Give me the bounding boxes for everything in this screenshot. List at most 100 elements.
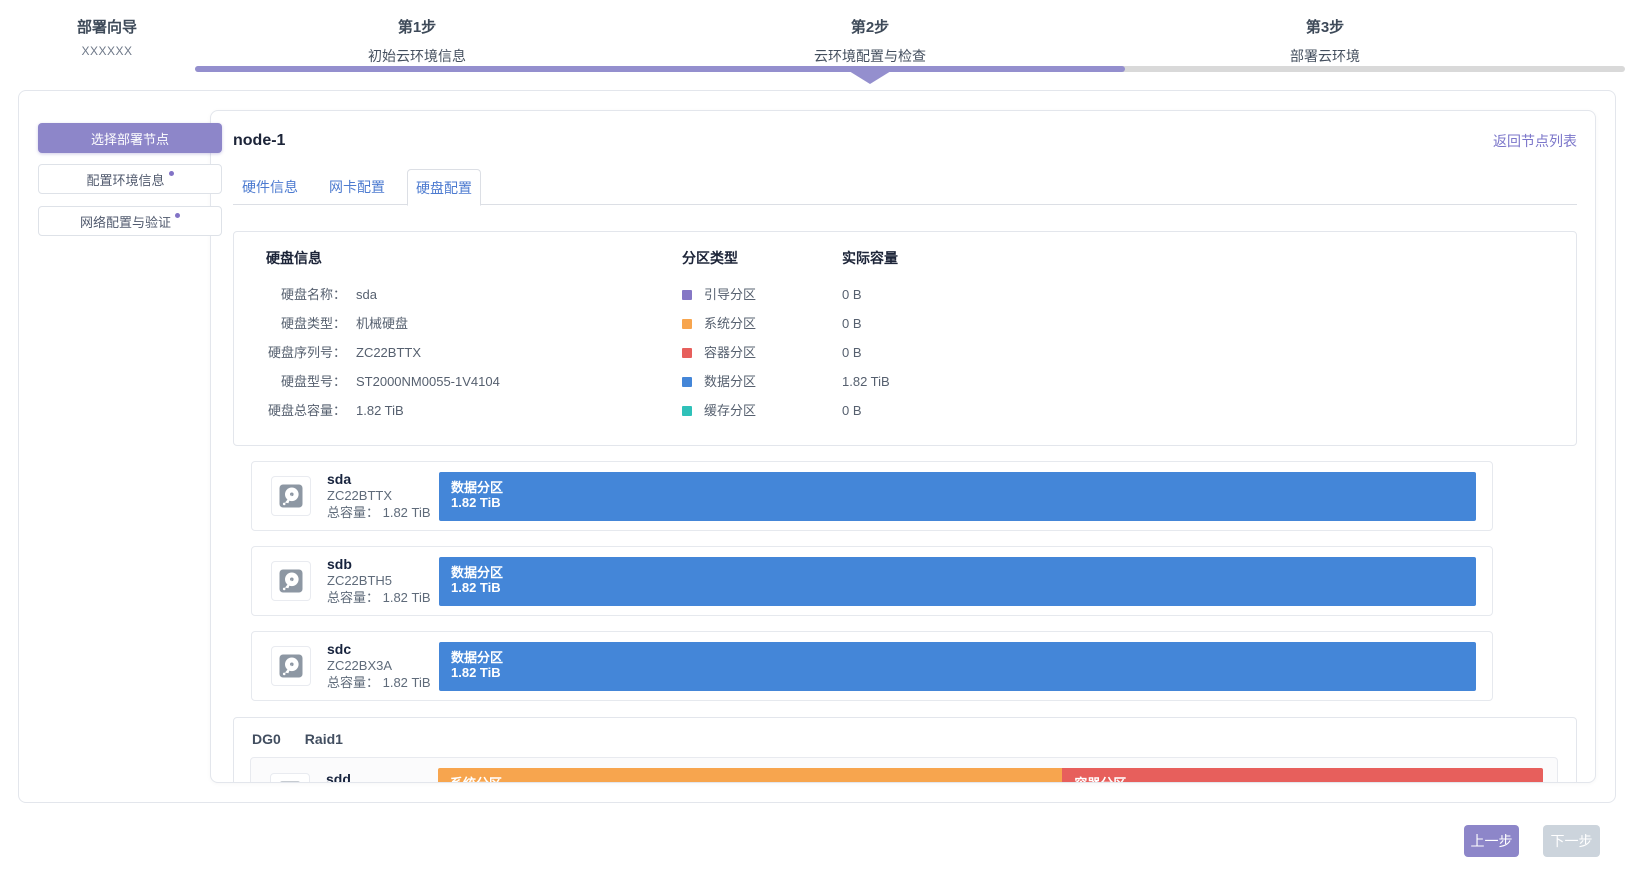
wizard-brand: 部署向导 XXXXXX: [52, 16, 162, 58]
partition-type-header: 分区类型: [682, 248, 756, 268]
disk-total-capacity: 总容量： 1.82 TiB: [327, 505, 439, 521]
field-value: 机械硬盘: [356, 309, 408, 338]
disk-info-field: 硬盘序列号： ZC22BTTX: [256, 338, 1576, 367]
hdd-icon-box: [271, 646, 311, 686]
partition-bar-area: 数据分区 1.82 TiB: [439, 642, 1476, 691]
capacity-value: 0 B: [842, 280, 898, 309]
wizard-step-3: 第3步 部署云环境: [1290, 16, 1360, 66]
field-value: ZC22BTTX: [356, 338, 421, 367]
node-tabs: 硬件信息 网卡配置 硬盘配置: [233, 169, 1577, 205]
legend-label: 引导分区: [704, 280, 756, 309]
step-label: 云环境配置与检查: [814, 46, 926, 66]
tab-hardware-info[interactable]: 硬件信息: [233, 169, 307, 205]
disk-row-sdc[interactable]: sdc ZC22BX3A 总容量： 1.82 TiB 数据分区 1.82 TiB: [251, 631, 1493, 701]
disk-row-sdb[interactable]: sdb ZC22BTH5 总容量： 1.82 TiB 数据分区 1.82 TiB: [251, 546, 1493, 616]
hdd-icon-box: [270, 773, 310, 783]
disk-name: sda: [327, 471, 439, 487]
hard-disk-icon: [278, 568, 304, 594]
disk-name: sdc: [327, 641, 439, 657]
disk-name: sdb: [327, 556, 439, 572]
back-to-node-list-link[interactable]: 返回节点列表: [1493, 131, 1577, 151]
previous-step-button[interactable]: 上一步: [1464, 825, 1519, 857]
wizard-progress-fill: [195, 66, 1125, 72]
disk-total-capacity: 总容量： 1.82 TiB: [327, 590, 439, 606]
legend-label: 容器分区: [704, 338, 756, 367]
capacity-value: 0 B: [842, 396, 898, 425]
wizard-subtitle: XXXXXX: [52, 44, 162, 58]
disk-meta: sdd: [326, 771, 438, 783]
container-partition-swatch-icon: [682, 348, 692, 358]
data-partition-bar[interactable]: 数据分区 1.82 TiB: [439, 472, 1476, 521]
actual-capacity-header: 实际容量: [842, 248, 898, 268]
sidebar-item-configure-env-info[interactable]: 配置环境信息: [38, 164, 222, 194]
hard-disk-icon: [278, 653, 304, 679]
panel-header: node-1 返回节点列表: [233, 130, 1577, 152]
legend-item: 引导分区: [682, 280, 756, 309]
field-label: 硬盘类型：: [256, 309, 346, 338]
disk-info-field: 硬盘类型： 机械硬盘: [256, 309, 1576, 338]
disk-info-fields: 硬盘名称： sda 硬盘类型： 机械硬盘 硬盘序列号： ZC22BTTX 硬盘型…: [256, 280, 1576, 425]
disk-group-card-dg0: DG0 Raid1 sdd 系统分区 容器: [233, 717, 1577, 783]
sidebar-item-label: 网络配置与验证: [80, 212, 171, 231]
partition-bar-label: 数据分区: [451, 480, 1476, 495]
partition-bar-label: 数据分区: [451, 650, 1476, 665]
disk-total-capacity: 总容量： 1.82 TiB: [327, 675, 439, 691]
system-partition-bar[interactable]: 系统分区: [438, 768, 1062, 783]
sidebar-item-label: 配置环境信息: [86, 170, 164, 189]
field-value: sda: [356, 280, 377, 309]
boot-partition-swatch-icon: [682, 290, 692, 300]
field-label: 硬盘序列号：: [256, 338, 346, 367]
sidebar-item-label: 选择部署节点: [91, 129, 169, 148]
disk-meta: sdb ZC22BTH5 总容量： 1.82 TiB: [327, 556, 439, 606]
data-partition-bar[interactable]: 数据分区 1.82 TiB: [439, 642, 1476, 691]
tab-disk-config[interactable]: 硬盘配置: [407, 169, 481, 206]
step-number: 第3步: [1290, 16, 1360, 37]
hdd-icon-box: [271, 476, 311, 516]
legend-item: 系统分区: [682, 309, 756, 338]
disk-info-field: 硬盘名称： sda: [256, 280, 1576, 309]
tab-nic-config[interactable]: 网卡配置: [320, 169, 394, 205]
field-value: 1.82 TiB: [356, 396, 404, 425]
hard-disk-icon: [278, 483, 304, 509]
field-label: 硬盘总容量：: [256, 396, 346, 425]
step-number: 第1步: [368, 16, 466, 37]
system-partition-swatch-icon: [682, 319, 692, 329]
hard-disk-icon: [277, 780, 303, 783]
step-label: 部署云环境: [1290, 46, 1360, 66]
legend-item: 缓存分区: [682, 396, 756, 425]
disk-name: sdd: [326, 771, 438, 783]
disk-serial: ZC22BX3A: [327, 658, 439, 674]
data-partition-bar[interactable]: 数据分区 1.82 TiB: [439, 557, 1476, 606]
data-partition-swatch-icon: [682, 377, 692, 387]
disk-row-sdd[interactable]: sdd 系统分区 容器分区: [250, 757, 1558, 783]
partition-bar-area: 系统分区 容器分区: [438, 768, 1543, 783]
legend-label: 系统分区: [704, 309, 756, 338]
next-step-button[interactable]: 下一步: [1543, 825, 1600, 857]
container-partition-bar[interactable]: 容器分区: [1062, 768, 1543, 783]
wizard-step-1: 第1步 初始云环境信息: [368, 16, 466, 66]
capacity-value: 0 B: [842, 309, 898, 338]
disk-info-field: 硬盘型号： ST2000NM0055-1V4104: [256, 367, 1576, 396]
partition-legend: 引导分区 系统分区 容器分区 数据分区 缓存分区: [682, 280, 756, 425]
partition-bar-area: 数据分区 1.82 TiB: [439, 472, 1476, 521]
capacity-value: 1.82 TiB: [842, 367, 898, 396]
partition-bar-size: 1.82 TiB: [451, 665, 1476, 680]
wizard-step-2: 第2步 云环境配置与检查: [814, 16, 926, 66]
partition-bar-label: 容器分区: [1074, 776, 1543, 783]
actual-capacity-column: 实际容量 0 B 0 B 0 B 1.82 TiB 0 B: [842, 248, 898, 425]
wizard-progress-track: [195, 66, 1625, 72]
disk-group-name: DG0: [252, 731, 281, 747]
wizard-title: 部署向导: [52, 16, 162, 37]
disk-serial: ZC22BTTX: [327, 488, 439, 504]
legend-label: 数据分区: [704, 367, 756, 396]
sidebar-item-network-config-verify[interactable]: 网络配置与验证: [38, 206, 222, 236]
cache-partition-swatch-icon: [682, 406, 692, 416]
capacity-value: 0 B: [842, 338, 898, 367]
legend-item: 数据分区: [682, 367, 756, 396]
disk-row-sda[interactable]: sda ZC22BTTX 总容量： 1.82 TiB 数据分区 1.82 TiB: [251, 461, 1493, 531]
node-detail-panel: node-1 返回节点列表 硬件信息 网卡配置 硬盘配置 硬盘信息 硬盘名称： …: [210, 110, 1596, 783]
notice-dot-icon: [175, 213, 180, 218]
sidebar-item-select-deploy-node[interactable]: 选择部署节点: [38, 123, 222, 153]
partition-bar-size: 1.82 TiB: [451, 495, 1476, 510]
disk-group-raid-level: Raid1: [305, 731, 343, 747]
